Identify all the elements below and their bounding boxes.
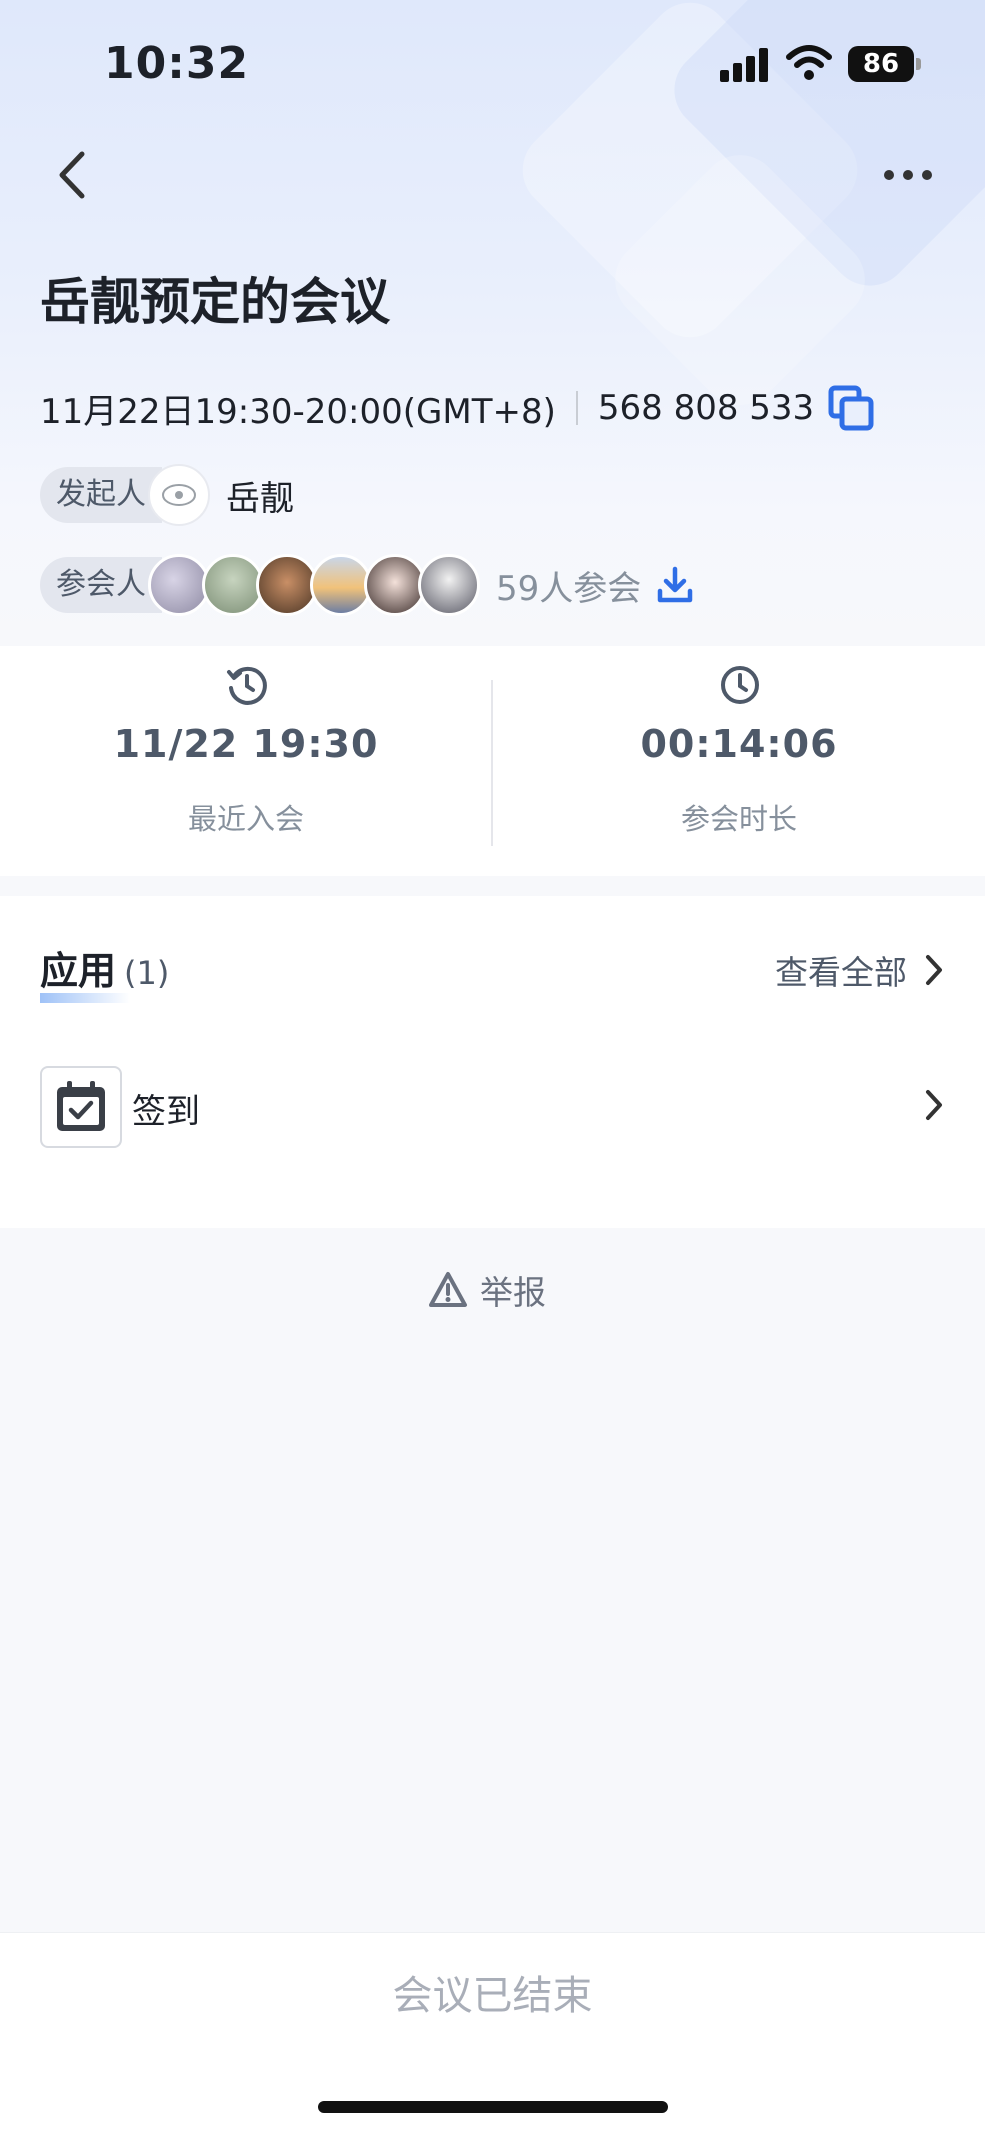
meeting-info-row: 11月22日19:30-20:00(GMT+8) 568 808 533 (40, 380, 874, 436)
apps-count: (1) (124, 954, 170, 992)
participants-tag: 参会人 (40, 557, 162, 613)
view-all-button[interactable]: 查看全部 (775, 946, 945, 994)
host-name: 岳靓 (226, 478, 294, 519)
avatar[interactable] (148, 464, 210, 526)
meeting-id: 568 808 533 (597, 388, 815, 428)
chevron-left-icon (59, 151, 85, 199)
clock-icon (721, 666, 759, 704)
app-item-checkin[interactable]: 签到 (40, 1066, 945, 1148)
apps-section: 应用 (1) 查看全部 签到 (0, 896, 985, 1228)
participant-avatars[interactable] (148, 554, 480, 616)
avatar (202, 554, 264, 616)
report-button[interactable]: 举报 (428, 1266, 546, 1314)
meeting-ended-status: 会议已结束 (392, 1973, 593, 2019)
history-icon (227, 666, 267, 705)
apps-header: 应用 (1) (40, 940, 170, 1003)
more-dot (922, 170, 932, 180)
status-time: 10:32 (104, 38, 250, 89)
view-all-label: 查看全部 (775, 953, 907, 992)
signal-icon (720, 48, 772, 82)
chevron-right-icon (926, 955, 942, 985)
duration-label: 参会时长 (680, 802, 797, 836)
copy-icon[interactable] (828, 385, 874, 431)
host-tag: 发起人 (40, 467, 162, 523)
app-item-label: 签到 (132, 1092, 200, 1132)
more-horizontal-icon (884, 170, 894, 180)
chevron-right-icon (926, 1090, 942, 1120)
battery-tip (916, 58, 921, 70)
stat-last-join: 11/22 19:30 最近入会 (0, 646, 492, 876)
participants-count: 59人参会 (496, 568, 642, 609)
wifi-icon (786, 45, 832, 80)
home-indicator[interactable] (318, 2101, 668, 2113)
participants-row[interactable]: 参会人 59人参会 (40, 554, 695, 616)
last-join-label: 最近入会 (187, 802, 304, 836)
more-button[interactable] (884, 158, 944, 192)
apps-title: 应用 (40, 940, 131, 1003)
more-dot (903, 170, 913, 180)
status-bar: 10:32 86 (0, 0, 985, 130)
page-title: 岳靓预定的会议 (40, 273, 390, 331)
last-join-value: 11/22 19:30 (113, 722, 379, 766)
meeting-stats: 11/22 19:30 最近入会 00:14:06 参会时长 (0, 646, 985, 876)
avatar (364, 554, 426, 616)
avatar (256, 554, 318, 616)
warning-triangle-icon (429, 1272, 467, 1307)
download-icon[interactable] (655, 565, 695, 605)
meeting-time-range: 11月22日19:30-20:00(GMT+8) (40, 391, 556, 432)
calendar-check-glyph (57, 1081, 105, 1131)
avatar (418, 554, 480, 616)
report-label: 举报 (480, 1273, 546, 1312)
bottom-bar: 会议已结束 (0, 1932, 985, 2132)
duration-value: 00:14:06 (640, 722, 838, 766)
host-avatar-image (162, 484, 196, 506)
host-row: 发起人 岳靓 (40, 464, 294, 526)
back-button[interactable] (50, 148, 100, 202)
avatar (148, 554, 210, 616)
calendar-check-icon (40, 1066, 122, 1148)
avatar (310, 554, 372, 616)
battery-indicator: 86 (848, 46, 914, 82)
divider (575, 391, 578, 425)
stat-duration: 00:14:06 参会时长 (493, 646, 985, 876)
